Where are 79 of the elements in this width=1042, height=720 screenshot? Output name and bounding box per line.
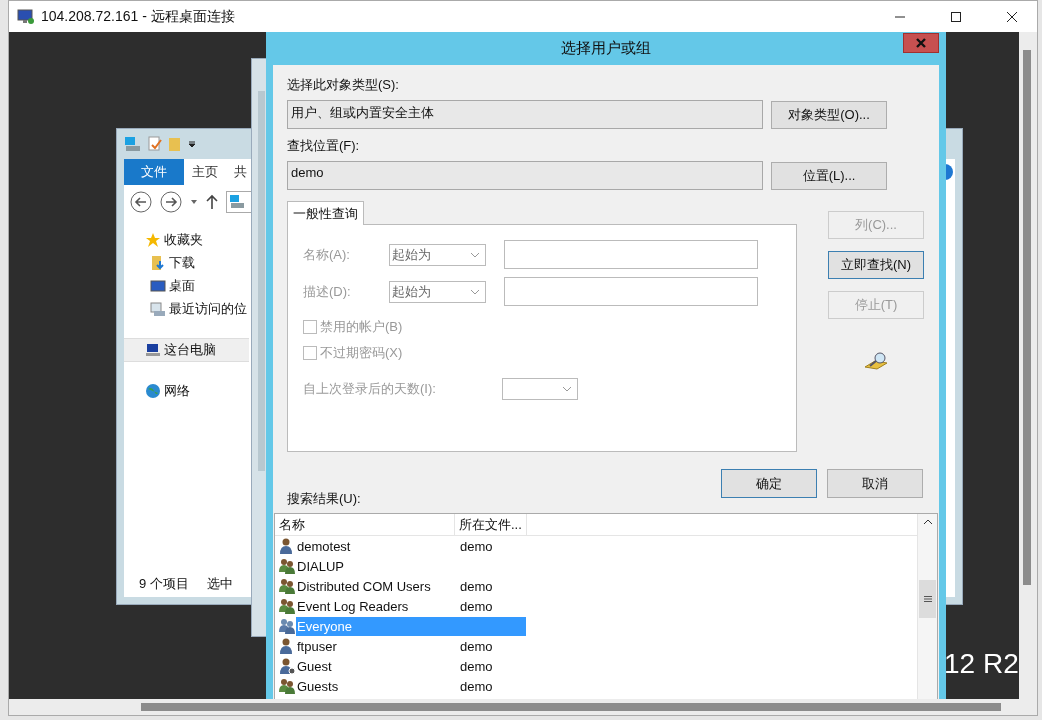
- recent-places-icon: [150, 300, 166, 317]
- scrollbar[interactable]: [9, 699, 1037, 715]
- checkbox-label: 不过期密码(X): [320, 344, 403, 362]
- dialog-button[interactable]: 立即查找(N): [828, 251, 924, 279]
- checkbox-label: 禁用的帐户(B): [320, 318, 403, 336]
- list-row[interactable]: Guests demo: [296, 676, 526, 696]
- forward-icon[interactable]: [160, 191, 182, 213]
- users-icon: [278, 677, 296, 695]
- dropdown[interactable]: [502, 378, 578, 400]
- up-arrow-icon[interactable]: [206, 194, 218, 210]
- users-icon: [278, 577, 296, 595]
- computer-icon[interactable]: [124, 136, 142, 152]
- caret-icon[interactable]: [190, 199, 198, 205]
- star-icon: [145, 232, 161, 248]
- input-field[interactable]: [504, 277, 758, 306]
- caret-icon[interactable]: [188, 140, 196, 148]
- ribbon-tab[interactable]: 主页: [184, 159, 226, 185]
- status-text: 9 个项目: [139, 575, 189, 593]
- nav-item[interactable]: 这台电脑: [124, 338, 249, 362]
- dropdown[interactable]: 起始为: [389, 243, 486, 266]
- ribbon-tab[interactable]: 文件: [124, 159, 184, 185]
- guest-user-icon: [278, 657, 296, 675]
- users-icon: [278, 557, 296, 575]
- nav-item[interactable]: 下载: [124, 251, 249, 274]
- field-label: 查找位置(F):: [287, 137, 361, 155]
- filter-label: 名称(A):: [303, 245, 351, 264]
- field-label: 选择此对象类型(S):: [287, 76, 400, 94]
- status-text: 选中: [206, 575, 233, 593]
- monitor-icon: [17, 8, 35, 25]
- close-icon[interactable]: [1006, 10, 1018, 23]
- close-button[interactable]: [903, 33, 939, 53]
- folder-icon: [150, 254, 166, 271]
- dialog-title: 选择用户或组: [561, 39, 651, 58]
- nav-item[interactable]: 网络: [124, 380, 249, 402]
- maximize-icon[interactable]: [950, 10, 962, 23]
- list-row[interactable]: DIALUP: [296, 556, 526, 576]
- caret-icon: [562, 386, 572, 392]
- cancel-button[interactable]: 取消: [827, 469, 923, 498]
- ribbon-tab[interactable]: 共: [226, 159, 255, 185]
- globe-icon: [145, 383, 161, 399]
- query-tab[interactable]: 一般性查询: [287, 201, 364, 225]
- back-icon[interactable]: [130, 191, 152, 213]
- column-header[interactable]: 名称: [275, 514, 455, 535]
- users-icon: [278, 597, 296, 615]
- caret-icon: [470, 288, 480, 295]
- scrollbar[interactable]: [258, 91, 265, 471]
- scroll-thumb[interactable]: [919, 580, 936, 618]
- list-row[interactable]: Distributed COM Users demo: [296, 576, 526, 596]
- window-title: 104.208.72.161 - 远程桌面连接: [41, 7, 235, 26]
- filter-label: 描述(D):: [303, 282, 352, 301]
- list-row[interactable]: ftpuser demo: [296, 636, 526, 656]
- list-row[interactable]: Event Log Readers demo: [296, 596, 526, 616]
- input-field[interactable]: [504, 240, 758, 269]
- scrollbar[interactable]: [1019, 32, 1037, 699]
- results-label: 搜索结果(U):: [287, 490, 362, 508]
- dropdown[interactable]: 起始为: [389, 280, 486, 303]
- computer-icon: [145, 342, 161, 358]
- caret-icon: [470, 251, 480, 258]
- checkbox[interactable]: [303, 346, 317, 360]
- desktop-icon: [150, 277, 166, 294]
- nav-item[interactable]: 最近访问的位: [124, 297, 249, 320]
- text-field[interactable]: demo: [287, 161, 763, 190]
- list-row[interactable]: Guest demo: [296, 656, 526, 676]
- dialog-button[interactable]: 位置(L)...: [771, 161, 887, 190]
- filter-label: 自上次登录后的天数(I):: [303, 380, 437, 398]
- text-field[interactable]: 用户、组或内置安全主体: [287, 100, 763, 129]
- users-icon: [278, 617, 296, 635]
- checkbox[interactable]: [303, 320, 317, 334]
- nav-item[interactable]: 收藏夹: [124, 229, 249, 251]
- column-header[interactable]: 所在文件...: [455, 514, 527, 535]
- close-icon: [915, 38, 927, 48]
- desktop-text: 12 R2: [944, 648, 1019, 680]
- list-row[interactable]: demotest demo: [296, 536, 526, 556]
- magnifier-icon: [863, 351, 889, 371]
- computer-icon: [229, 194, 245, 210]
- dialog-button[interactable]: 对象类型(O)...: [771, 100, 887, 129]
- ok-button[interactable]: 确定: [721, 469, 817, 498]
- nav-item[interactable]: 桌面: [124, 274, 249, 297]
- properties-icon[interactable]: [148, 136, 162, 152]
